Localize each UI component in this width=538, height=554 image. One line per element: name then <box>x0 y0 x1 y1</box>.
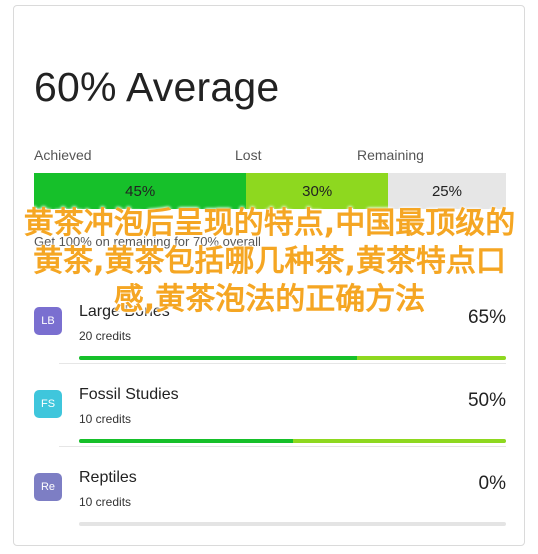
achieved-value: 45% <box>125 182 156 200</box>
course-row[interactable]: Re Reptiles 10 credits 0% <box>34 457 506 537</box>
row-divider <box>59 363 506 364</box>
average-title: 60% Average <box>34 64 280 110</box>
progress-achieved <box>79 439 293 443</box>
remaining-value: 25% <box>431 182 462 200</box>
remaining-segment: 25% <box>387 173 506 209</box>
achieved-label: Achieved <box>34 147 92 163</box>
remaining-label: Remaining <box>357 147 424 163</box>
course-row[interactable]: FS Fossil Studies 10 credits 50% <box>34 374 506 454</box>
overlay-caption: 黄茶冲泡后呈现的特点,中国最顶级的黄茶,黄茶包括哪几种茶,黄茶特点口感,黄茶泡法… <box>23 206 516 317</box>
course-progress-bar <box>79 439 506 443</box>
course-credits: 10 credits <box>79 495 132 509</box>
lost-label: Lost <box>235 147 262 163</box>
progress-lost <box>356 356 506 360</box>
course-credits: 20 credits <box>79 329 132 343</box>
course-percent: 0% <box>478 473 506 494</box>
course-name: Fossil Studies <box>79 386 179 403</box>
course-name: Reptiles <box>79 469 137 486</box>
course-avatar: Re <box>34 473 62 501</box>
achieved-segment: 45% <box>34 173 247 209</box>
row-divider <box>59 446 506 447</box>
course-progress-bar <box>79 356 506 360</box>
progress-lost <box>292 439 506 443</box>
course-progress-bar <box>79 522 506 526</box>
course-credits: 10 credits <box>79 412 132 426</box>
grade-breakdown-bar: 45% 30% 25% <box>34 173 506 209</box>
lost-value: 30% <box>302 182 333 200</box>
course-percent: 50% <box>467 390 506 411</box>
lost-segment: 30% <box>246 173 388 209</box>
progress-achieved <box>79 356 357 360</box>
course-avatar: FS <box>34 390 62 418</box>
